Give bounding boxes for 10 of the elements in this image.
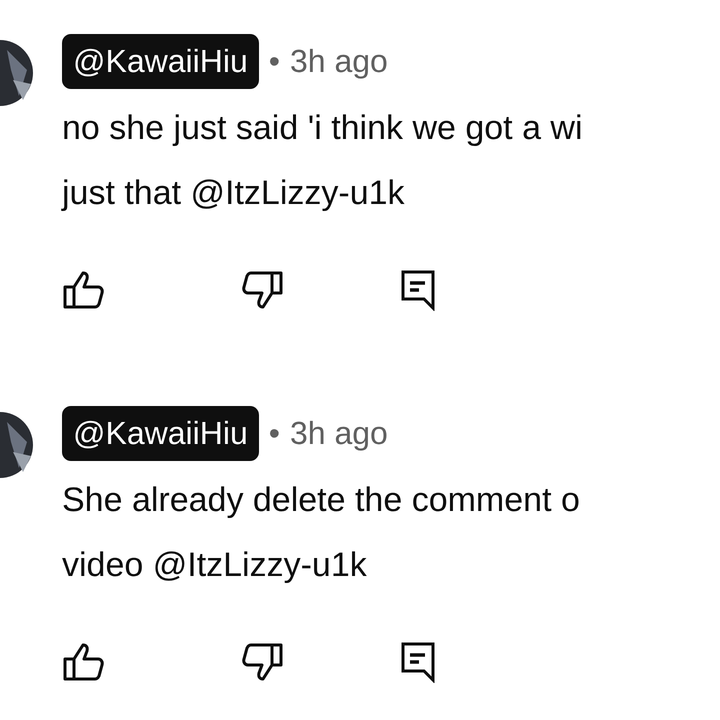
timestamp: 3h ago bbox=[290, 42, 388, 80]
separator-dot: • bbox=[268, 414, 280, 452]
timestamp: 3h ago bbox=[290, 414, 388, 452]
comment-text: no she just said 'i think we got a wi bbox=[62, 108, 583, 149]
separator-dot: • bbox=[268, 42, 280, 80]
comment-text: She already delete the comment o bbox=[62, 480, 580, 521]
author-name[interactable]: @KawaiiHiu bbox=[62, 34, 259, 88]
comment-text: video @ItzLizzy-u1k bbox=[62, 545, 368, 586]
author-name[interactable]: @KawaiiHiu bbox=[62, 406, 259, 460]
comment-text: just that @ItzLizzy-u1k bbox=[62, 173, 406, 214]
